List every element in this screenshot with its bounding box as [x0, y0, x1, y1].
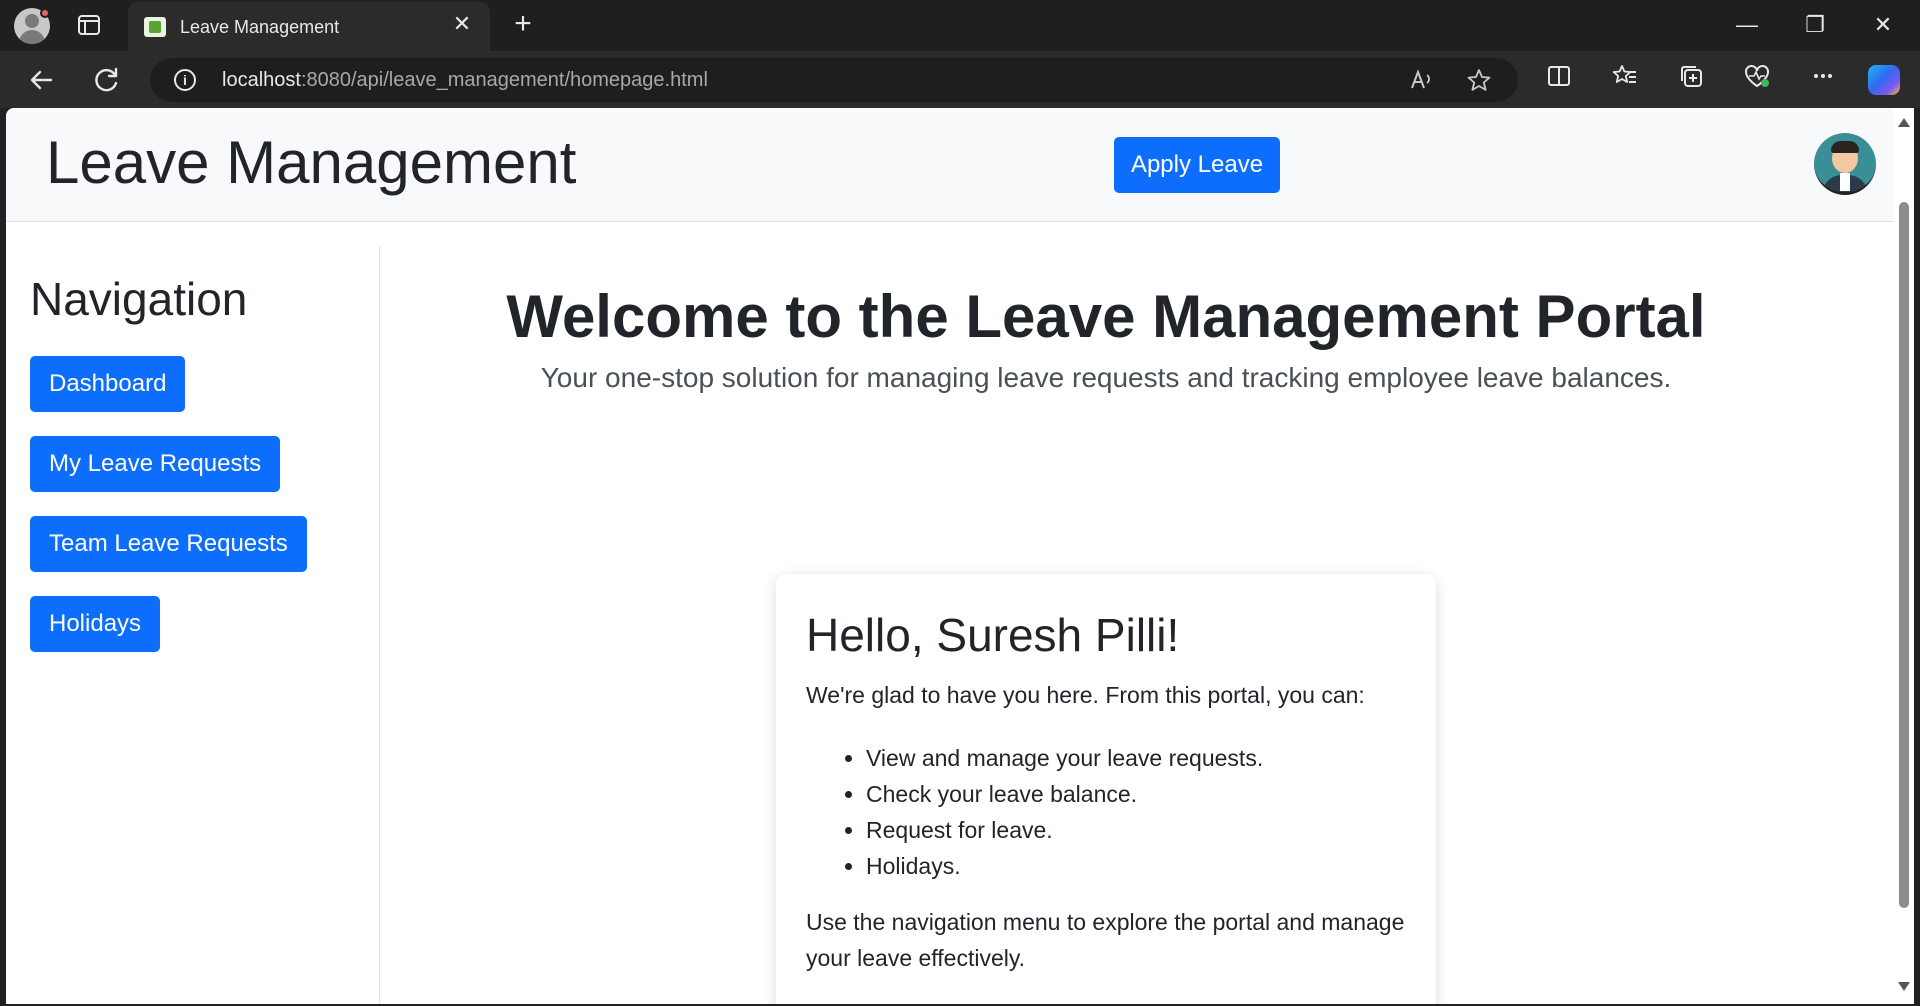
- sidebar-item-holidays[interactable]: Holidays: [30, 596, 161, 652]
- tab-close-icon[interactable]: ✕: [450, 12, 474, 36]
- reload-icon[interactable]: [90, 63, 124, 97]
- browser-tab[interactable]: Leave Management ✕: [128, 2, 490, 51]
- list-item: Check your leave balance.: [866, 776, 1263, 812]
- list-item: View and manage your leave requests.: [866, 740, 1263, 776]
- browser-toolbar: i localhost:8080/api/leave_management/ho…: [0, 51, 1920, 108]
- scrollbar-thumb[interactable]: [1899, 202, 1909, 908]
- page-scrollbar[interactable]: [1894, 108, 1914, 1004]
- sidebar-item-dashboard[interactable]: Dashboard: [30, 356, 186, 412]
- read-aloud-icon[interactable]: [1408, 67, 1434, 93]
- main-content: Welcome to the Leave Management Portal Y…: [382, 222, 1894, 1004]
- back-arrow-icon[interactable]: [24, 63, 58, 97]
- greeting-heading: Hello, Suresh Pilli!: [806, 609, 1180, 661]
- new-tab-icon[interactable]: +: [508, 9, 538, 40]
- user-avatar[interactable]: [1814, 133, 1876, 195]
- apply-leave-button[interactable]: Apply Leave: [1114, 137, 1280, 193]
- page-subtitle: Your one-stop solution for managing leav…: [540, 362, 1672, 393]
- card-intro-text: We're glad to have you here. From this p…: [806, 682, 1365, 708]
- favorites-icon[interactable]: [1608, 63, 1642, 97]
- collections-icon[interactable]: [1674, 63, 1708, 97]
- browser-essentials-icon[interactable]: [1740, 63, 1774, 97]
- tab-title: Leave Management: [180, 17, 340, 37]
- address-url[interactable]: localhost:8080/api/leave_management/home…: [222, 69, 708, 92]
- sidebar-item-team-leave-requests[interactable]: Team Leave Requests: [30, 516, 307, 572]
- window-close-icon[interactable]: ✕: [1858, 8, 1908, 42]
- address-bar[interactable]: i localhost:8080/api/leave_management/ho…: [150, 58, 1518, 102]
- sidebar-navigation: Navigation Dashboard My Leave Requests T…: [6, 246, 380, 1004]
- scroll-up-arrow-icon[interactable]: [1898, 118, 1910, 127]
- card-outro-text: Use the navigation menu to explore the p…: [806, 909, 1405, 971]
- list-item: Request for leave.: [866, 812, 1263, 848]
- list-item: Holidays.: [866, 848, 1263, 884]
- tab-actions-icon[interactable]: [76, 12, 102, 38]
- brand-title: Leave Management: [46, 129, 577, 196]
- window-minimize-icon[interactable]: —: [1722, 8, 1772, 42]
- feature-list: View and manage your leave requests. Che…: [866, 740, 1263, 884]
- scroll-down-arrow-icon[interactable]: [1898, 982, 1910, 991]
- favorite-star-icon[interactable]: [1466, 67, 1492, 93]
- window-restore-icon[interactable]: ❐: [1790, 8, 1840, 42]
- copilot-icon[interactable]: [1868, 65, 1900, 95]
- site-favicon-icon: [144, 17, 166, 37]
- sidebar-title: Navigation: [30, 273, 248, 325]
- sidebar-item-my-leave-requests[interactable]: My Leave Requests: [30, 436, 281, 492]
- profile-notification-dot: [40, 8, 50, 18]
- browser-tab-strip: Leave Management ✕ + — ❐ ✕: [0, 0, 1920, 51]
- page-viewport: Leave Management Apply Leave Navigation …: [6, 108, 1894, 1004]
- page-header: Leave Management Apply Leave: [6, 108, 1894, 222]
- split-screen-icon[interactable]: [1542, 63, 1576, 97]
- more-options-icon[interactable]: [1806, 63, 1840, 97]
- site-info-icon[interactable]: i: [174, 69, 196, 91]
- welcome-card: Hello, Suresh Pilli! We're glad to have …: [776, 574, 1436, 1004]
- page-title: Welcome to the Leave Management Portal: [506, 283, 1706, 350]
